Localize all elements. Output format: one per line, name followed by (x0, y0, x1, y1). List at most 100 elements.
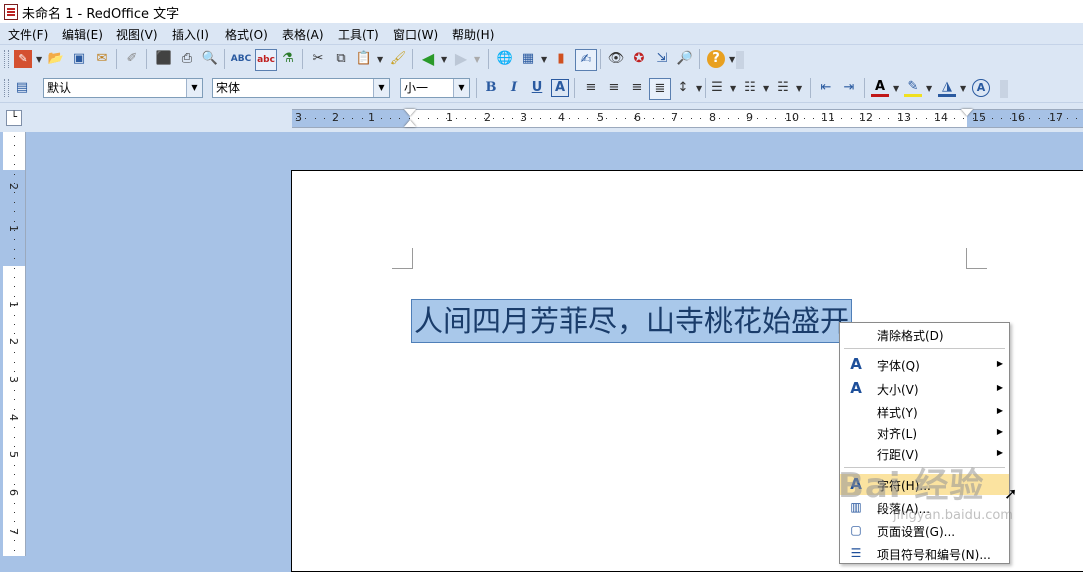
align-right-icon[interactable]: ≡ (628, 79, 646, 97)
new-document-icon[interactable]: ✎ (14, 50, 32, 68)
menu-item-alignment[interactable]: 对齐(L) ▶ (840, 422, 1009, 443)
table-icon[interactable]: ▦ (519, 50, 537, 68)
menu-view[interactable]: 视图(V) (116, 26, 158, 43)
undo-dropdown-icon[interactable]: ▼ (441, 55, 447, 64)
ruler-tick (14, 540, 15, 542)
export-pdf-icon[interactable]: ⬛ (155, 50, 173, 68)
menu-tools[interactable]: 工具(T) (338, 26, 379, 43)
ruler-tick (14, 305, 15, 307)
help-dropdown-icon[interactable]: ▼ (729, 55, 735, 64)
toolbar-overflow-icon[interactable] (736, 51, 744, 69)
menu-item-clear-formatting[interactable]: 清除格式(D) (840, 324, 1009, 345)
menu-item-page-setup[interactable]: ▢ 页面设置(G)... (840, 520, 1009, 541)
font-color-dropdown-icon[interactable]: ▼ (893, 84, 899, 93)
copy-icon[interactable]: ⧉ (332, 50, 350, 68)
right-indent-marker-icon[interactable] (961, 109, 973, 116)
toolbar-grip[interactable] (4, 79, 9, 97)
mouse-cursor-icon: ➚ (1004, 484, 1018, 503)
increase-indent-icon[interactable]: ⇥ (840, 79, 858, 97)
font-color-icon[interactable]: A (871, 79, 889, 97)
selected-text[interactable]: 人间四月芳菲尽，山寺桃花始盛开 (411, 299, 853, 343)
thesaurus-icon[interactable]: ⚗ (279, 50, 297, 68)
underline-icon[interactable]: U (528, 79, 546, 97)
align-center-icon[interactable]: ≡ (605, 79, 623, 97)
highlight-icon[interactable]: ✎ (904, 79, 922, 97)
print-preview-icon[interactable]: 🔍 (201, 50, 219, 68)
auto-spellcheck-icon[interactable]: abc (255, 49, 277, 71)
ruler-tick (813, 118, 814, 119)
character-format-icon[interactable]: A (972, 79, 990, 97)
format-paintbrush-icon[interactable]: 🖌 (389, 50, 407, 68)
chevron-down-icon[interactable]: ▼ (186, 79, 202, 97)
background-color-dropdown-icon[interactable]: ▼ (960, 84, 966, 93)
zoom-icon[interactable]: 🔎 (676, 50, 694, 68)
line-spacing-icon[interactable]: ↕ (674, 79, 692, 97)
ruler-tick (343, 118, 344, 119)
tab-stop-selector[interactable]: └ (6, 110, 22, 126)
chevron-down-icon[interactable]: ▼ (453, 79, 469, 97)
table-dropdown-icon[interactable]: ▼ (541, 55, 547, 64)
menu-file[interactable]: 文件(F) (8, 26, 48, 43)
align-left-icon[interactable]: ≡ (582, 79, 600, 97)
paste-dropdown-icon[interactable]: ▼ (377, 55, 383, 64)
edit-file-icon[interactable]: ✐ (123, 50, 141, 68)
ruler-tick (305, 118, 307, 119)
background-color-icon[interactable]: ◮ (938, 79, 956, 97)
navigator-icon[interactable]: ✪ (630, 50, 648, 68)
ruler-tick (14, 248, 15, 250)
ruler-tick (399, 118, 401, 119)
outline-icon[interactable]: ☵ (774, 79, 792, 97)
line-spacing-dropdown-icon[interactable]: ▼ (696, 84, 702, 93)
menu-format[interactable]: 格式(O) (225, 26, 268, 43)
chart-icon[interactable]: ▮ (552, 50, 570, 68)
cut-icon[interactable]: ✂ (309, 50, 327, 68)
menu-insert[interactable]: 插入(I) (172, 26, 209, 43)
numbering-dropdown-icon[interactable]: ▼ (730, 84, 736, 93)
numbering-icon[interactable]: ☰ (708, 79, 726, 97)
chevron-down-icon[interactable]: ▼ (373, 79, 389, 97)
bullets-icon[interactable]: ☷ (741, 79, 759, 97)
menu-edit[interactable]: 编辑(E) (62, 26, 103, 43)
decrease-indent-icon[interactable]: ⇤ (817, 79, 835, 97)
hyperlink-icon[interactable]: 🌐 (496, 50, 514, 68)
new-dropdown-icon[interactable]: ▼ (36, 55, 42, 64)
print-icon[interactable]: ⎙ (178, 50, 196, 68)
vertical-ruler[interactable]: 211234567 (3, 132, 26, 556)
email-icon[interactable]: ✉ (93, 50, 111, 68)
menu-item-bullets-numbering[interactable]: ☰ 项目符号和编号(N)... (840, 543, 1009, 564)
help-icon[interactable]: ? (707, 50, 725, 68)
paragraph-style-select[interactable]: 默认 ▼ (43, 78, 203, 98)
toolbar-overflow-icon[interactable] (1000, 80, 1008, 98)
menu-item-size[interactable]: A 大小(V) ▶ (840, 378, 1009, 399)
menu-item-style[interactable]: 样式(Y) ▶ (840, 401, 1009, 422)
toolbar-grip[interactable] (4, 50, 9, 68)
redo-dropdown-icon[interactable]: ▼ (474, 55, 480, 64)
redo-icon[interactable]: ▶ (452, 50, 470, 68)
italic-icon[interactable]: I (505, 79, 523, 97)
first-line-indent-icon[interactable] (404, 120, 416, 127)
outline-dropdown-icon[interactable]: ▼ (796, 84, 802, 93)
menu-help[interactable]: 帮助(H) (452, 26, 494, 43)
save-icon[interactable]: ▣ (70, 50, 88, 68)
menu-item-font[interactable]: A 字体(Q) ▶ (840, 354, 1009, 375)
bold-icon[interactable]: B (482, 79, 500, 97)
font-size-select[interactable]: 小一 ▼ (400, 78, 470, 98)
find-replace-icon[interactable]: 👁 (607, 50, 625, 68)
bullets-dropdown-icon[interactable]: ▼ (763, 84, 769, 93)
open-folder-icon[interactable]: 📂 (47, 50, 65, 68)
horizontal-ruler[interactable]: 3211234567891011121314151617 (292, 109, 1083, 128)
font-name-select[interactable]: 宋体 ▼ (212, 78, 390, 98)
gallery-icon[interactable]: ⇲ (653, 50, 671, 68)
justify-icon[interactable]: ≣ (649, 78, 671, 100)
highlight-dropdown-icon[interactable]: ▼ (926, 84, 932, 93)
undo-icon[interactable]: ◀ (419, 50, 437, 68)
paste-icon[interactable]: 📋 (355, 50, 373, 68)
menu-table[interactable]: 表格(A) (282, 26, 324, 43)
spellcheck-icon[interactable]: ABC (231, 50, 251, 68)
menu-window[interactable]: 窗口(W) (393, 26, 438, 43)
drawing-functions-icon[interactable]: ✍ (575, 49, 597, 71)
ruler-tick (14, 164, 15, 166)
styles-formatting-icon[interactable]: ▤ (13, 79, 31, 97)
shadow-text-icon[interactable]: A (551, 79, 569, 97)
indent-marker-icon[interactable] (404, 109, 416, 116)
